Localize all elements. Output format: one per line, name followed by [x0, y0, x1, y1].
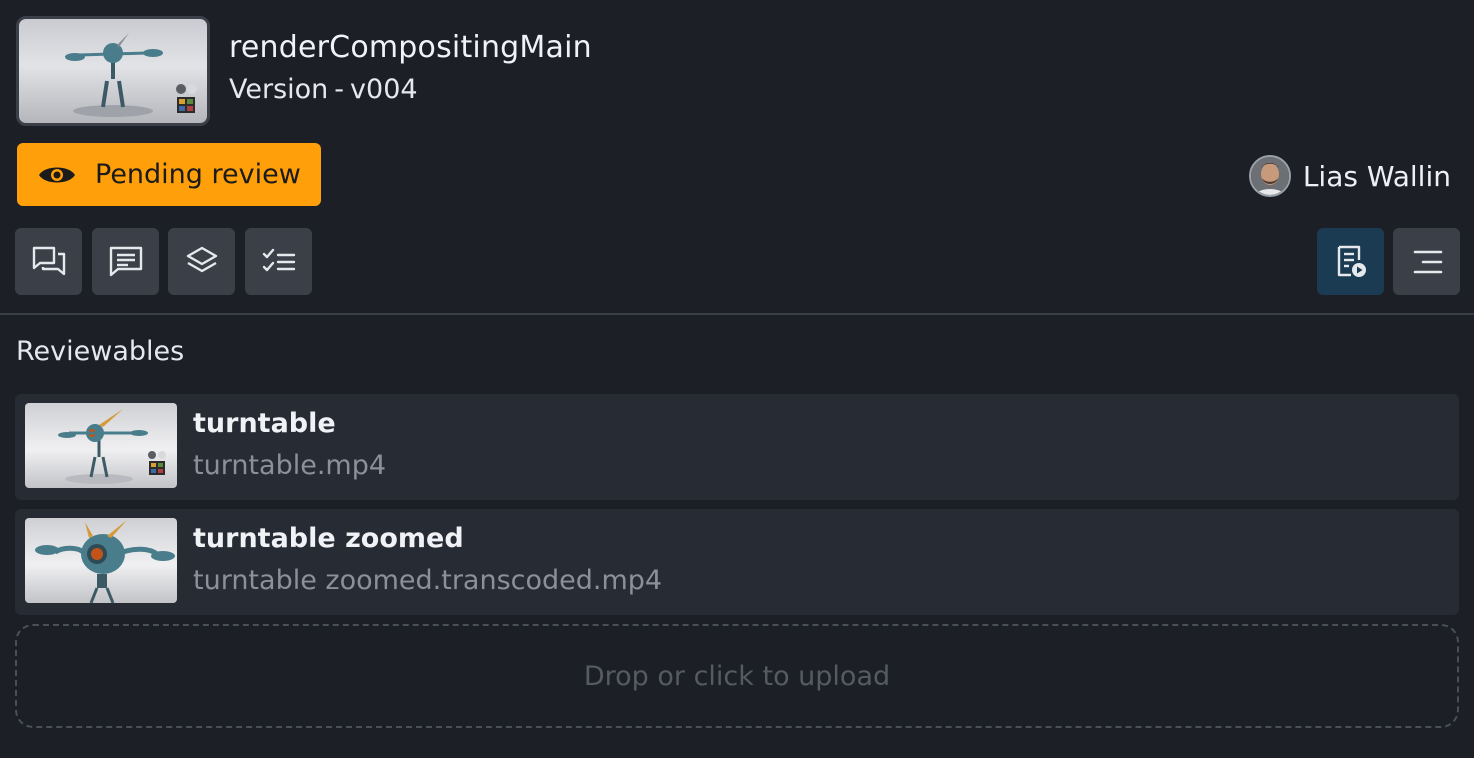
version-thumbnail[interactable]: [16, 16, 210, 126]
status-badge[interactable]: Pending review: [17, 143, 321, 206]
reviewable-filename: turntable zoomed.transcoded.mp4: [193, 565, 663, 596]
avatar: [1248, 155, 1291, 197]
robot-thumbnail-icon: [58, 409, 166, 484]
version-separator: -: [334, 74, 345, 105]
version-detail-panel: renderCompositingMain Version - v004 Pendi…: [0, 0, 1474, 758]
version-line: Version - v004: [229, 74, 592, 106]
robot-zoomed-thumbnail-icon: [35, 520, 175, 603]
review-playlist-icon: [1337, 245, 1366, 277]
comments-icon: [32, 246, 65, 275]
version-title: renderCompositingMain: [229, 30, 592, 65]
status-label: Pending review: [95, 159, 301, 190]
reviewable-item[interactable]: turntable turntable.mp4: [15, 394, 1459, 500]
activity-button[interactable]: [92, 228, 159, 295]
checklist-button[interactable]: [245, 228, 312, 295]
reviewable-thumbnail: [25, 403, 177, 488]
reviewable-name: turntable: [193, 408, 336, 439]
reviewable-item[interactable]: turntable zoomed turntable zoomed.transc…: [15, 509, 1459, 615]
layers-icon: [186, 246, 217, 272]
title-block: renderCompositingMain Version - v004: [229, 30, 592, 106]
version-prefix: Version: [229, 74, 329, 105]
eye-icon: [39, 167, 75, 182]
details-menu-button[interactable]: [1393, 228, 1460, 295]
review-playlist-button[interactable]: [1317, 228, 1384, 295]
upload-hint: Drop or click to upload: [583, 660, 891, 692]
checklist-icon: [262, 248, 295, 271]
upload-dropzone[interactable]: Drop or click to upload: [15, 624, 1459, 728]
assignee-name: Lias Wallin: [1302, 159, 1451, 193]
assignee[interactable]: Lias Wallin: [1248, 155, 1451, 197]
layers-button[interactable]: [168, 228, 235, 295]
comments-button[interactable]: [15, 228, 82, 295]
reviewable-thumbnail: [25, 518, 177, 603]
menu-lines-icon: [1413, 250, 1442, 273]
reviewable-name: turntable zoomed: [193, 523, 464, 554]
robot-thumbnail-icon: [65, 33, 197, 117]
reviewable-filename: turntable.mp4: [193, 450, 387, 481]
version-header: renderCompositingMain Version - v004: [16, 16, 592, 126]
avatar-face-icon: [1250, 157, 1289, 195]
version-number[interactable]: v004: [350, 74, 418, 105]
reviewables-heading: Reviewables: [16, 336, 185, 367]
section-divider: [0, 313, 1474, 315]
message-icon: [109, 246, 142, 276]
